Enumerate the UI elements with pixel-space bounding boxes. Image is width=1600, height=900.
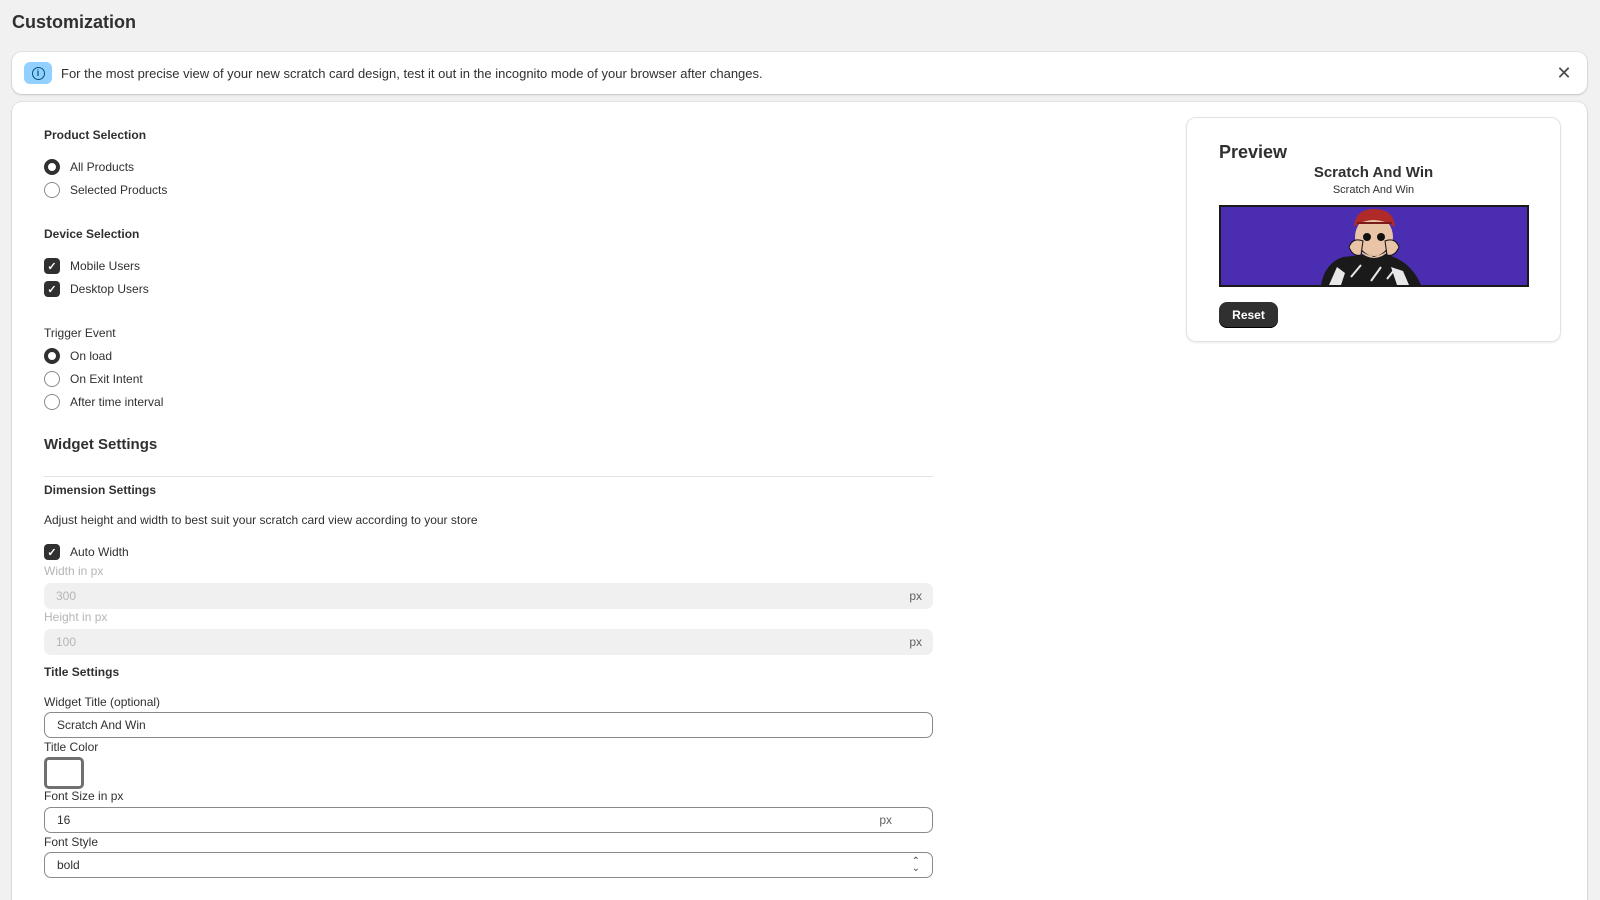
radio-button[interactable] (44, 371, 60, 387)
radio-button[interactable] (44, 394, 60, 410)
width-input[interactable]: 300 px (44, 583, 933, 609)
title-color-label: Title Color (44, 740, 99, 754)
divider (44, 476, 933, 477)
checkbox-label: Desktop Users (70, 282, 149, 296)
radio-button[interactable] (44, 182, 60, 198)
scratch-card-preview[interactable] (1219, 205, 1529, 287)
checkbox[interactable]: ✓ (44, 544, 60, 560)
checkbox-desktop-users[interactable]: ✓ Desktop Users (44, 281, 149, 297)
preview-widget-subtitle: Scratch And Win (1332, 184, 1415, 196)
height-value: 100 (56, 635, 77, 649)
radio-button[interactable] (44, 348, 60, 364)
checkbox[interactable]: ✓ (44, 281, 60, 297)
title-settings-heading: Title Settings (44, 665, 120, 679)
font-size-label: Font Size in px (44, 789, 124, 803)
height-input[interactable]: 100 px (44, 629, 933, 655)
preview-widget-title: Scratch And Win (1313, 164, 1434, 181)
radio-selected-products[interactable]: Selected Products (44, 182, 167, 198)
preview-panel: Preview Scratch And Win Scratch And Win … (1186, 117, 1561, 342)
close-icon[interactable]: ✕ (1555, 64, 1573, 82)
dimension-settings-heading: Dimension Settings (44, 483, 157, 497)
font-style-value: bold (57, 858, 80, 872)
scratch-card-illustration (1321, 209, 1421, 285)
width-value: 300 (56, 589, 77, 603)
px-suffix: px (909, 589, 922, 603)
font-style-select[interactable]: bold ⌃ ⌄ (44, 852, 933, 878)
reset-button[interactable]: Reset (1219, 302, 1278, 328)
banner-text: For the most precise view of your new sc… (61, 65, 763, 81)
width-label: Width in px (44, 564, 104, 578)
radio-after-time-interval[interactable]: After time interval (44, 394, 163, 410)
checkbox-mobile-users[interactable]: ✓ Mobile Users (44, 258, 140, 274)
character-illustration (1321, 209, 1421, 285)
title-color-swatch[interactable] (44, 757, 84, 789)
radio-label: All Products (70, 160, 135, 174)
radio-label: On Exit Intent (70, 372, 143, 386)
radio-label: On load (70, 349, 113, 363)
product-selection-label: Product Selection (44, 128, 147, 142)
font-style-label: Font Style (44, 835, 99, 849)
font-size-value: 16 (57, 813, 71, 827)
height-label: Height in px (44, 610, 108, 624)
checkbox-auto-width[interactable]: ✓ Auto Width (44, 544, 129, 560)
device-selection-label: Device Selection (44, 227, 140, 241)
checkbox-label: Mobile Users (70, 259, 141, 273)
radio-button[interactable] (44, 159, 60, 175)
px-suffix: px (879, 813, 892, 827)
radio-label: Selected Products (70, 183, 168, 197)
widget-title-label: Widget Title (optional) (44, 695, 161, 709)
info-banner: i For the most precise view of your new … (12, 52, 1587, 94)
select-chevron-icon: ⌃ ⌄ (911, 856, 920, 874)
dimension-help-text: Adjust height and width to best suit you… (44, 513, 478, 527)
widget-title-value: Scratch And Win (57, 718, 146, 732)
preview-title: Preview (1219, 142, 1288, 162)
widget-title-input[interactable]: Scratch And Win (44, 712, 933, 738)
page-title: Customization (12, 12, 136, 32)
radio-all-products[interactable]: All Products (44, 159, 134, 175)
px-suffix: px (909, 635, 922, 649)
font-size-input[interactable]: 16 px (44, 807, 933, 833)
info-icon: i (24, 62, 52, 84)
trigger-event-label: Trigger Event (44, 326, 116, 340)
checkbox-label: Auto Width (70, 545, 129, 559)
radio-on-exit-intent[interactable]: On Exit Intent (44, 371, 143, 387)
radio-label: After time interval (70, 395, 164, 409)
widget-settings-heading: Widget Settings (44, 436, 158, 453)
radio-on-load[interactable]: On load (44, 348, 112, 364)
checkbox[interactable]: ✓ (44, 258, 60, 274)
